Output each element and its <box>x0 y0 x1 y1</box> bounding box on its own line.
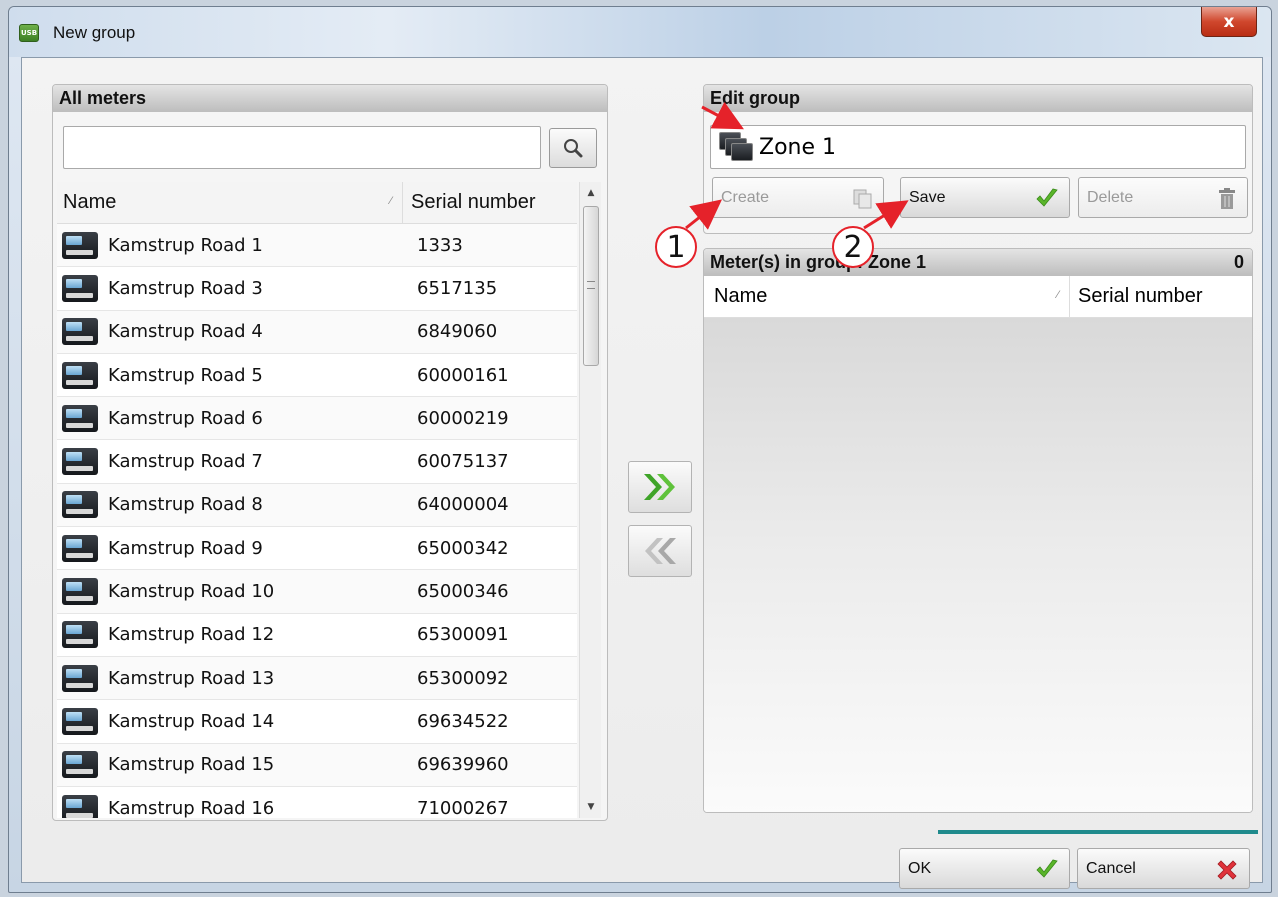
annotation-step-1: 1 <box>655 226 697 268</box>
annotation-step-2: 2 <box>832 226 874 268</box>
annotation-arrows <box>685 101 909 230</box>
